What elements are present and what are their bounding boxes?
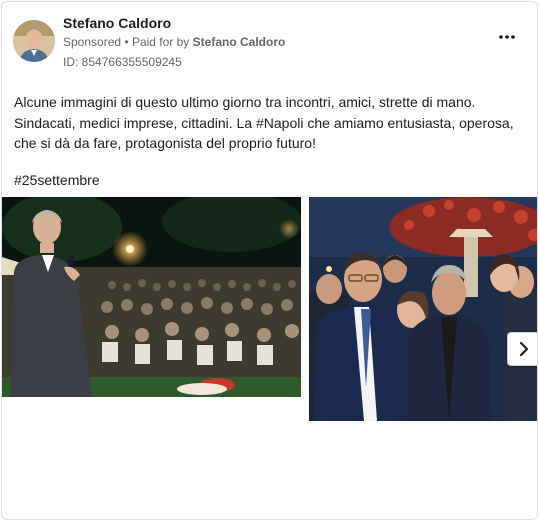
avatar[interactable] xyxy=(13,20,55,62)
chevron-right-icon xyxy=(519,341,528,357)
sponsored-label: Sponsored xyxy=(63,35,122,49)
carousel-image-1[interactable] xyxy=(2,197,301,397)
more-options-button[interactable] xyxy=(497,30,517,44)
carousel-next-button[interactable] xyxy=(507,332,537,366)
post-body-text: Alcune immagini di questo ultimo giorno … xyxy=(14,94,514,151)
ad-id: ID: 854766355509245 xyxy=(63,55,182,69)
hashtag-link[interactable]: #25settembre xyxy=(14,172,100,188)
author-name[interactable]: Stefano Caldoro xyxy=(63,15,171,31)
carousel-image-2[interactable] xyxy=(309,197,537,421)
ad-post-card: Stefano Caldoro Sponsored • Paid for by … xyxy=(1,1,538,520)
separator-dot: • xyxy=(124,35,129,49)
more-horizontal-icon xyxy=(499,35,515,39)
sponsor-info: Sponsored • Paid for by Stefano Caldoro xyxy=(63,35,285,49)
payer-name[interactable]: Stefano Caldoro xyxy=(193,35,286,49)
paid-for-label: Paid for by xyxy=(131,35,190,49)
